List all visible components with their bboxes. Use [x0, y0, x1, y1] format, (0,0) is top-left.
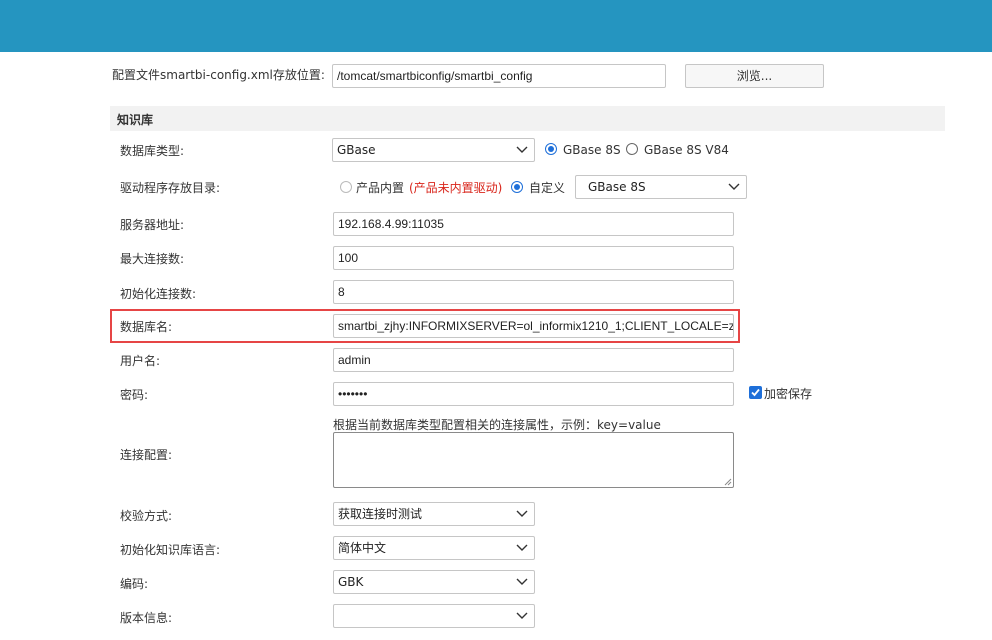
- init-lang-selected: 简体中文: [338, 541, 387, 555]
- db-type-selected: GBase: [337, 143, 376, 157]
- radio-gbase-8s-v84-label: GBase 8S V84: [644, 143, 729, 157]
- chevron-down-icon: [516, 578, 528, 585]
- server-label: 服务器地址:: [120, 218, 185, 232]
- version-select[interactable]: [333, 604, 535, 628]
- knowledge-base-section-header: 知识库: [110, 106, 945, 131]
- validate-select[interactable]: 获取连接时测试: [333, 502, 535, 526]
- db-type-label: 数据库类型:: [120, 144, 185, 158]
- conn-config-hint: 根据当前数据库类型配置相关的连接属性，示例：key=value: [333, 418, 661, 432]
- chevron-down-icon: [516, 146, 528, 153]
- radio-builtin-driver: [340, 181, 352, 193]
- init-conn-input[interactable]: 8: [333, 280, 734, 304]
- init-conn-label: 初始化连接数:: [120, 287, 197, 301]
- resize-handle-icon[interactable]: [724, 478, 732, 486]
- server-input[interactable]: 192.168.4.99:11035: [333, 212, 734, 236]
- builtin-driver-note: (产品未内置驱动): [409, 181, 503, 195]
- encrypt-label: 加密保存: [764, 387, 813, 401]
- section-title: 知识库: [117, 113, 154, 127]
- username-input[interactable]: admin: [333, 348, 734, 372]
- db-name-label: 数据库名:: [120, 320, 173, 334]
- max-conn-label: 最大连接数:: [120, 252, 185, 266]
- validate-label: 校验方式:: [120, 509, 173, 523]
- encoding-label: 编码:: [120, 577, 149, 591]
- radio-gbase-8s-label: GBase 8S: [563, 143, 621, 157]
- db-type-select[interactable]: GBase: [332, 138, 535, 162]
- init-lang-select[interactable]: 简体中文: [333, 536, 535, 560]
- browse-button[interactable]: 浏览...: [685, 64, 824, 88]
- chevron-down-icon: [516, 510, 528, 517]
- top-header-bar: [0, 0, 992, 52]
- custom-driver-selected: GBase 8S: [588, 180, 646, 194]
- custom-driver-select[interactable]: GBase 8S: [575, 175, 747, 199]
- version-label: 版本信息:: [120, 611, 173, 625]
- radio-custom-driver[interactable]: [511, 181, 523, 193]
- chevron-down-icon: [516, 544, 528, 551]
- max-conn-input[interactable]: 100: [333, 246, 734, 270]
- config-path-label: 配置文件smartbi-config.xml存放位置:: [112, 68, 325, 82]
- username-label: 用户名:: [120, 354, 161, 368]
- conn-config-textarea[interactable]: [333, 432, 734, 488]
- radio-gbase-8s[interactable]: [545, 143, 557, 155]
- conn-config-label: 连接配置:: [120, 448, 173, 462]
- password-label: 密码:: [120, 388, 149, 402]
- driver-dir-label: 驱动程序存放目录:: [120, 181, 221, 195]
- validate-selected: 获取连接时测试: [338, 507, 423, 521]
- init-lang-label: 初始化知识库语言:: [120, 543, 221, 557]
- encrypt-checkbox[interactable]: [749, 386, 762, 399]
- chevron-down-icon: [728, 183, 740, 190]
- encoding-select[interactable]: GBK: [333, 570, 535, 594]
- chevron-down-icon: [516, 612, 528, 619]
- builtin-driver-label: 产品内置: [356, 181, 405, 195]
- password-input[interactable]: •••••••: [333, 382, 734, 406]
- db-name-input[interactable]: smartbi_zjhy:INFORMIXSERVER=ol_informix1…: [333, 314, 734, 338]
- config-path-input[interactable]: /tomcat/smartbiconfig/smartbi_config: [332, 64, 666, 88]
- encoding-selected: GBK: [338, 575, 364, 589]
- custom-driver-label: 自定义: [529, 181, 566, 195]
- check-icon: [751, 388, 760, 397]
- radio-gbase-8s-v84[interactable]: [626, 143, 638, 155]
